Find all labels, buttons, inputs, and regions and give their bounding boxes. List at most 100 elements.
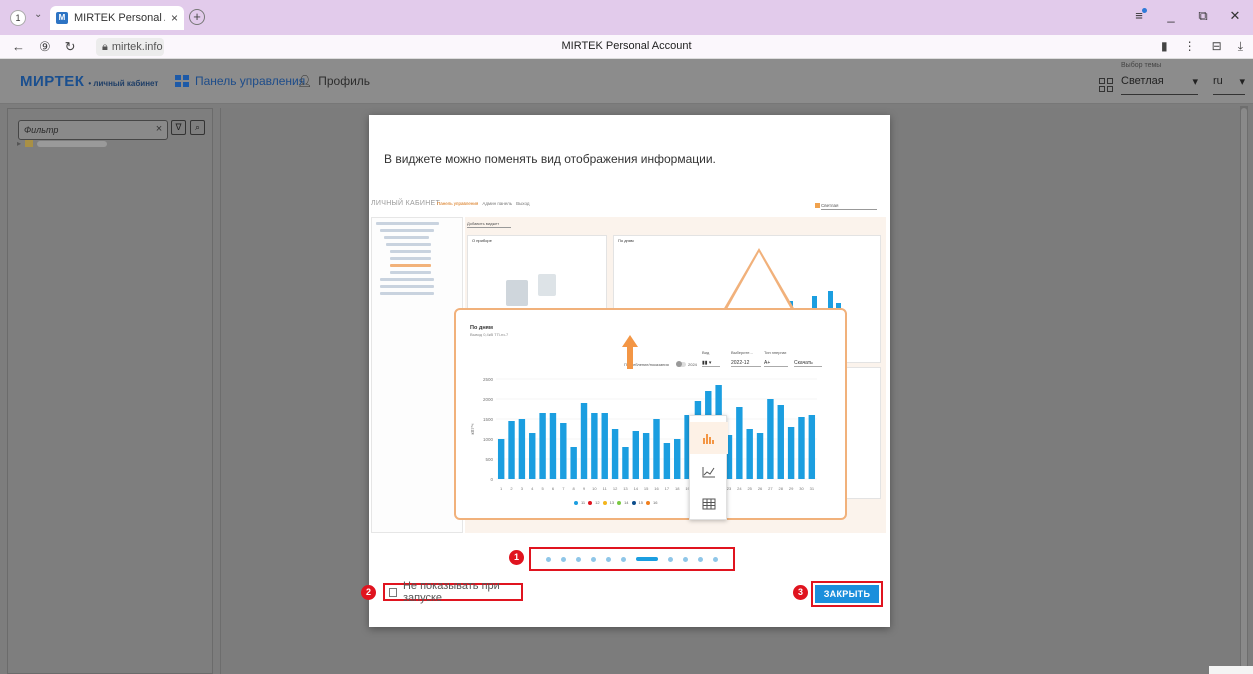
bar xyxy=(673,439,681,479)
user-icon: 👤︎ xyxy=(297,74,313,88)
download-select: Скачать xyxy=(794,360,822,367)
filter-input[interactable]: Фильтр × xyxy=(18,120,168,140)
widget-subtitle: Вывод 0,4кВ ТП-ги-7 xyxy=(470,332,509,337)
line-chart-icon[interactable] xyxy=(690,456,728,488)
bar xyxy=(777,405,784,479)
pager-dot[interactable] xyxy=(621,556,626,562)
y-tick-label: 2000 xyxy=(483,397,494,402)
x-tick-label: 6 xyxy=(552,486,555,491)
tab-counter[interactable]: 1 xyxy=(10,10,26,26)
bookmark-icon[interactable]: ▮ xyxy=(1161,39,1168,54)
pager-dot[interactable] xyxy=(606,556,611,562)
bar xyxy=(591,413,598,479)
extensions-icon[interactable]: ≡ xyxy=(1131,8,1147,24)
menu-dots-icon[interactable]: ⋮ xyxy=(1184,39,1196,54)
view-label: Вид xyxy=(702,350,710,355)
bar xyxy=(746,429,753,479)
x-tick-label: 13 xyxy=(623,486,628,491)
x-tick-label: 17 xyxy=(665,486,670,491)
browser-tabbar: 1 ⌄ M MIRTEK Personal Accou × + ≡ _ ⧉ ✕ xyxy=(0,0,1253,35)
reload-icon[interactable]: ↻ xyxy=(65,39,76,55)
x-tick-label: 4 xyxy=(531,486,534,491)
browser-tab[interactable]: M MIRTEK Personal Accou × xyxy=(50,6,184,30)
download-icon[interactable]: ⤓ xyxy=(1238,39,1243,54)
pager-dot[interactable] xyxy=(683,556,688,562)
pager-dot[interactable] xyxy=(576,556,581,562)
clear-icon[interactable]: × xyxy=(156,123,162,135)
url-field[interactable]: 🔒︎ mirtek.info xyxy=(96,38,164,56)
expand-icon[interactable]: ▸ xyxy=(17,139,21,148)
search-icon[interactable]: ⌕ xyxy=(190,120,205,135)
x-tick-label: 24 xyxy=(737,486,742,491)
filter-icon[interactable]: ∇ xyxy=(171,120,186,135)
x-tick-label: 9 xyxy=(583,486,586,491)
nav-buttons: ← ⑨ ↻ xyxy=(12,39,76,55)
minimize-icon[interactable]: _ xyxy=(1163,8,1179,24)
close-icon[interactable]: × xyxy=(171,11,178,25)
x-tick-label: 25 xyxy=(747,486,752,491)
nav-profile[interactable]: 👤︎ Профиль xyxy=(297,74,370,88)
x-tick-label: 16 xyxy=(654,486,659,491)
y-tick-label: 2500 xyxy=(483,377,494,382)
chevron-down-icon[interactable]: ⌄ xyxy=(34,9,42,20)
app-header: МИРТЕК • личный кабинет Панель управлени… xyxy=(0,59,1253,104)
sidebar-icon[interactable]: ⊟ xyxy=(1212,39,1222,54)
language-select[interactable]: ru ▾ xyxy=(1213,75,1245,95)
restore-icon[interactable]: ⧉ xyxy=(1195,8,1211,24)
new-tab-button[interactable]: + xyxy=(189,9,205,25)
pager-dot[interactable] xyxy=(668,556,673,562)
x-tick-label: 26 xyxy=(758,486,763,491)
bar xyxy=(529,433,536,479)
pager-dot[interactable] xyxy=(591,556,596,562)
pager-dot[interactable] xyxy=(698,556,703,562)
page-title: MIRTEK Personal Account xyxy=(561,40,692,52)
screenshot-toolbar: Добавить виджет xyxy=(465,221,886,229)
scrollbar-thumb[interactable] xyxy=(1241,108,1247,668)
pager-dot-active[interactable] xyxy=(636,557,658,561)
site-favicon-icon: M xyxy=(56,12,68,24)
checkbox[interactable] xyxy=(389,587,397,597)
pager-dot[interactable] xyxy=(713,556,718,562)
bar xyxy=(642,433,650,479)
bar xyxy=(570,447,577,479)
close-button[interactable]: ЗАКРЫТЬ xyxy=(815,585,879,603)
nav-dashboard[interactable]: Панель управления xyxy=(175,74,305,88)
x-tick-label: 15 xyxy=(644,486,649,491)
view-switcher-menu xyxy=(689,415,728,520)
view-select: ▮▮ ▾ xyxy=(702,360,720,367)
screenshot-card-title: По дням xyxy=(618,238,634,243)
theme-value: Светлая xyxy=(1121,75,1164,87)
chevron-down-icon: ▾ xyxy=(1239,76,1245,88)
screenshot-logo: ЛИЧНЫЙ КАБИНЕТ xyxy=(371,200,441,207)
theme-caption: Выбор темы xyxy=(1121,62,1162,69)
y-tick-label: 1500 xyxy=(483,417,494,422)
screenshot-add-widget: Добавить виджет xyxy=(467,221,511,228)
y-tick-label: 1000 xyxy=(483,437,494,442)
meter-image xyxy=(538,274,556,296)
screenshot-nav-item: Панель управления xyxy=(437,201,479,206)
pager-dot[interactable] xyxy=(561,556,566,562)
tree-item[interactable]: ▸ xyxy=(17,139,108,148)
dashboard-icon xyxy=(175,75,189,87)
x-tick-label: 5 xyxy=(541,486,544,491)
bar xyxy=(580,403,588,479)
close-button-frame: ЗАКРЫТЬ xyxy=(811,581,883,607)
bar xyxy=(601,413,608,479)
pager-dot[interactable] xyxy=(546,556,551,562)
address-actions: ▮ ⋮ ⊟ ⤓ xyxy=(1161,39,1243,54)
filter-placeholder: Фильтр xyxy=(24,125,59,135)
table-icon[interactable] xyxy=(690,488,728,520)
energy-select: A+ xyxy=(764,360,788,367)
bar-chart-icon[interactable] xyxy=(690,422,728,454)
back-icon[interactable]: ← xyxy=(12,39,25,55)
x-tick-label: 7 xyxy=(562,486,565,491)
theme-select[interactable]: Светлая ▾ xyxy=(1121,75,1198,95)
bar xyxy=(756,433,764,479)
logo[interactable]: МИРТЕК • личный кабинет xyxy=(20,73,158,90)
x-tick-label: 18 xyxy=(675,486,680,491)
dont-show-checkbox[interactable]: Не показывать при запуске xyxy=(383,580,523,604)
screenshot-theme: Светлая xyxy=(815,200,877,210)
shield-icon[interactable]: ⑨ xyxy=(39,39,51,55)
x-tick-label: 3 xyxy=(521,486,524,491)
close-window-icon[interactable]: ✕ xyxy=(1227,8,1243,24)
